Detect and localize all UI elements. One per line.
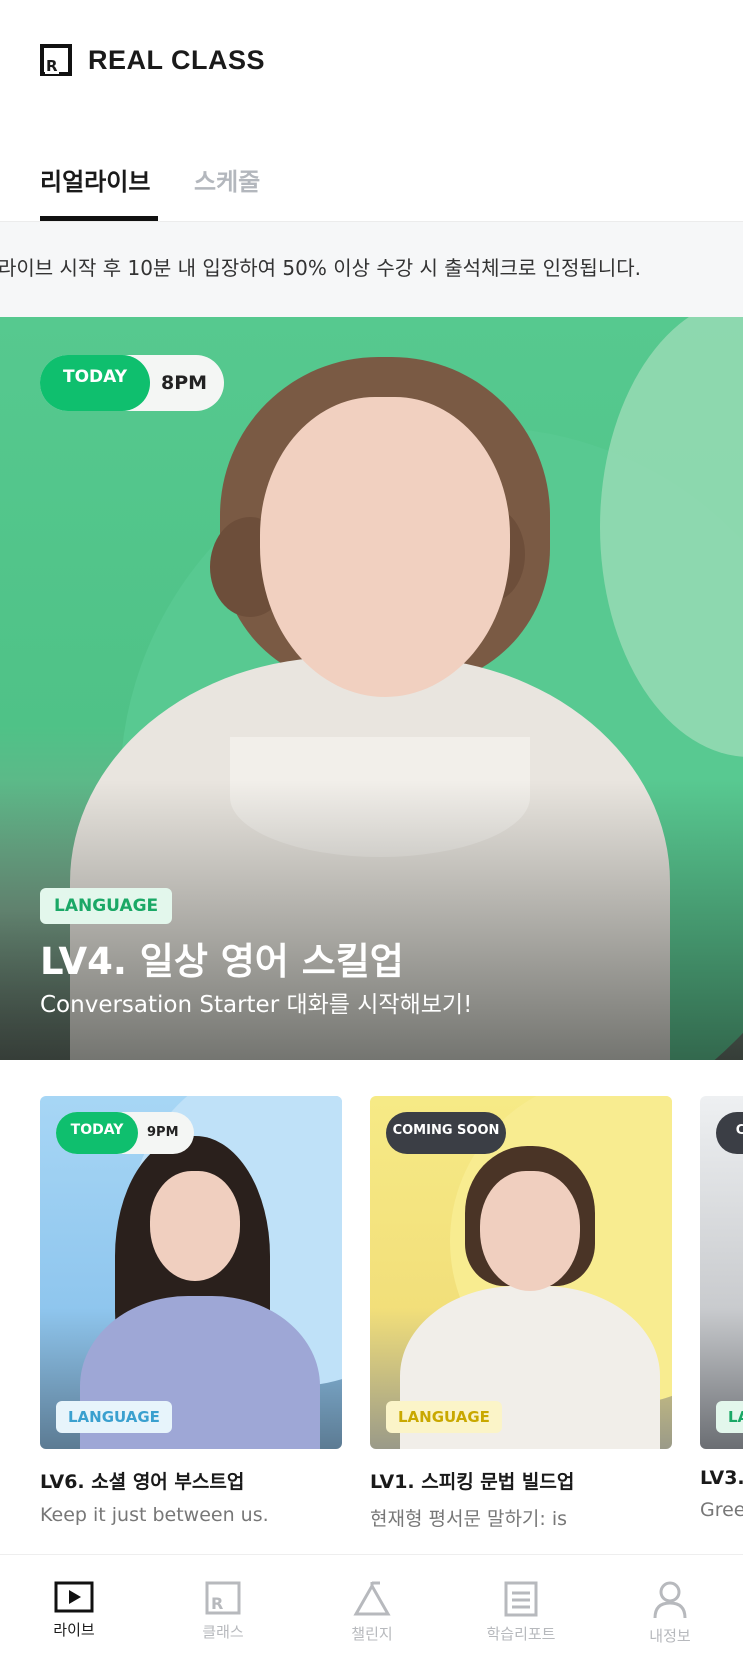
start-time: 8PM <box>161 372 208 394</box>
category-badge: LANGUAGE <box>40 888 173 924</box>
nav-label: 학습리포트 <box>486 1625 556 1643</box>
class-subtitle: Gree <box>700 1499 743 1521</box>
report-icon <box>504 1581 538 1617</box>
app-header: R REAL CLASS <box>0 0 743 120</box>
tab-schedule[interactable]: 스케줄 <box>194 162 260 197</box>
class-carousel[interactable]: TODAY 9PM LANGUAGE LV6. 소셜 영어 부스트업 Keep … <box>0 1096 743 1536</box>
coming-soon-pill: CO <box>716 1112 743 1154</box>
schedule-pill: TODAY 8PM <box>40 355 224 411</box>
attendance-notice: 라이브 시작 후 10분 내 입장하여 50% 이상 수강 시 출석체크로 인정… <box>0 222 743 317</box>
logo-mark-icon: R <box>40 44 72 76</box>
nav-item-report[interactable]: 학습리포트 <box>461 1581 581 1644</box>
class-icon: R <box>205 1581 241 1615</box>
logo-letter: R <box>45 57 59 75</box>
featured-live-banner[interactable]: TODAY 8PM LANGUAGE LV4. 일상 영어 스킬업 Conver… <box>0 317 743 1060</box>
active-tab-indicator <box>40 216 158 221</box>
nav-label: 챌린지 <box>351 1625 393 1643</box>
profile-icon <box>653 1581 687 1619</box>
challenge-icon <box>353 1581 391 1616</box>
today-label: TODAY <box>56 1112 138 1154</box>
class-subtitle: Keep it just between us. <box>40 1504 269 1526</box>
class-subtitle: Conversation Starter 대화를 시작해보기! <box>40 992 473 1018</box>
class-title: LV4. 일상 영어 스킬업 <box>40 940 404 983</box>
class-subtitle: 현재형 평서문 말하기: is <box>370 1508 568 1530</box>
schedule-pill: TODAY 9PM <box>56 1112 194 1154</box>
category-badge: LA <box>716 1401 743 1433</box>
nav-label: 클래스 <box>202 1623 244 1641</box>
category-badge: LANGUAGE <box>386 1401 502 1433</box>
nav-item-class[interactable]: R 클래스 <box>163 1581 283 1642</box>
nav-label: 내정보 <box>649 1627 691 1645</box>
class-title: LV6. 소셜 영어 부스트업 <box>40 1471 245 1493</box>
class-title: LV3. <box>700 1467 743 1489</box>
logo-text: REAL CLASS <box>88 44 266 75</box>
real-class-logo: R REAL CLASS <box>40 44 265 76</box>
tab-real-live[interactable]: 리얼라이브 <box>40 162 150 197</box>
class-card[interactable]: TODAY 9PM LANGUAGE LV6. 소셜 영어 부스트업 Keep … <box>40 1096 342 1526</box>
class-card[interactable]: COMING SOON LANGUAGE LV1. 스피킹 문법 빌드업 현재형… <box>370 1096 672 1531</box>
notice-text: 라이브 시작 후 10분 내 입장하여 50% 이상 수강 시 출석체크로 인정… <box>0 256 641 280</box>
class-card-thumbnail: COMING SOON LANGUAGE <box>370 1096 672 1449</box>
class-card[interactable]: CO LA LV3. Gree <box>700 1096 743 1521</box>
bottom-navigation: 라이브 R 클래스 챌린지 학습리포트 내정보 <box>0 1554 743 1661</box>
tab-bar: 리얼라이브 스케줄 <box>0 150 743 222</box>
start-time: 9PM <box>147 1125 179 1140</box>
svg-text:R: R <box>211 1594 223 1613</box>
play-icon <box>54 1581 94 1613</box>
instructor-face <box>260 397 510 697</box>
nav-label: 라이브 <box>53 1621 95 1639</box>
category-badge: LANGUAGE <box>56 1401 172 1433</box>
nav-item-live[interactable]: 라이브 <box>14 1581 134 1640</box>
instructor-face <box>480 1171 580 1291</box>
instructor-face <box>150 1171 240 1281</box>
coming-soon-pill: COMING SOON <box>386 1112 506 1154</box>
class-card-thumbnail: TODAY 9PM LANGUAGE <box>40 1096 342 1449</box>
today-label: TODAY <box>40 355 150 411</box>
class-card-thumbnail: CO LA <box>700 1096 743 1449</box>
nav-item-challenge[interactable]: 챌린지 <box>312 1581 432 1644</box>
class-title: LV1. 스피킹 문법 빌드업 <box>370 1471 575 1493</box>
nav-item-profile[interactable]: 내정보 <box>610 1581 730 1646</box>
